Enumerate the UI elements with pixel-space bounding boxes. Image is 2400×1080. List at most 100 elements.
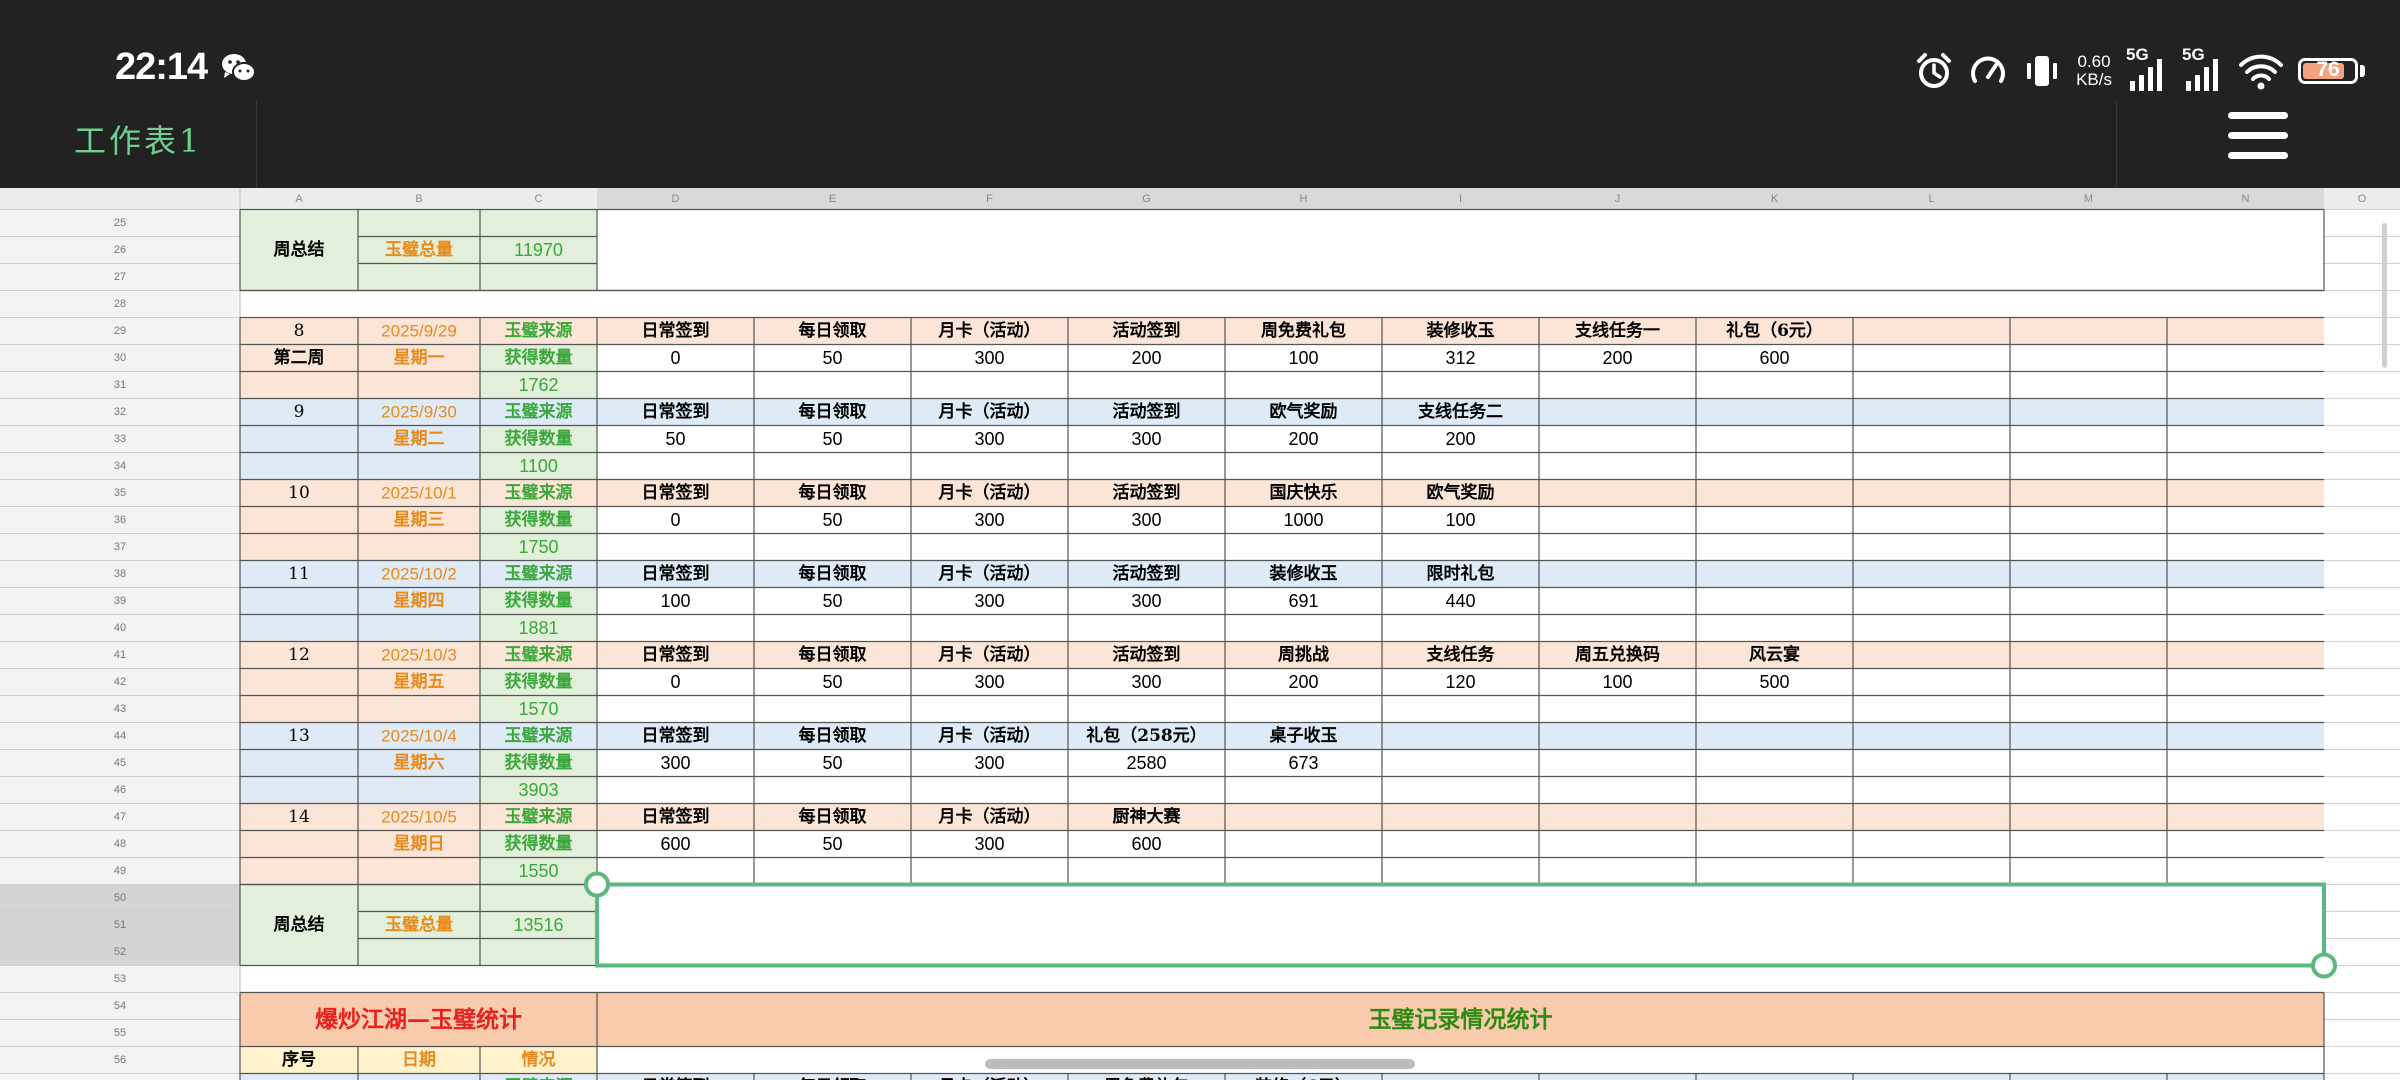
stats-header-3: 情况 <box>522 1049 556 1070</box>
column-header-G: G <box>1142 193 1151 205</box>
source-amount: 100 <box>1602 672 1632 692</box>
source-amount: 100 <box>1445 510 1475 530</box>
column-header-L: L <box>1928 193 1934 205</box>
source-amount: 100 <box>660 591 690 611</box>
source-name: 支线任务 <box>1427 644 1496 665</box>
row-number-46: 46 <box>114 784 126 796</box>
column-header-H: H <box>1300 193 1308 205</box>
source-name: 活动签到 <box>1113 644 1181 665</box>
amount-label: 获得数量 <box>505 671 573 692</box>
status-icons: 0.60 KB/s 5G 5G 76 <box>1914 45 2365 94</box>
source-amount: 50 <box>822 834 842 854</box>
source-name: 装修收玉 <box>1269 563 1338 584</box>
spreadsheet-grid[interactable]: A B C D E F G H I J K L M N O 25 26 27 28 29 30 31 32 33 34 35 36 3… <box>0 188 2400 1080</box>
source-name: 月卡（活动） <box>938 482 1041 503</box>
source-name: 日常签到 <box>642 320 710 341</box>
source-amount: 50 <box>822 429 842 449</box>
source-amount: 2580 <box>1126 753 1166 773</box>
source-name: 日常签到 <box>642 482 710 503</box>
day-total: 1881 <box>518 618 558 638</box>
column-header-M: M <box>2084 193 2093 205</box>
day-date: 2025/10/3 <box>381 646 457 665</box>
source-amount: 0 <box>670 672 680 692</box>
header-divider <box>256 100 257 188</box>
day-label-cell[interactable] <box>240 452 480 480</box>
source-name: 每日领取 <box>799 563 867 584</box>
source-amount: 300 <box>974 834 1004 854</box>
day-label-cell[interactable] <box>240 371 480 399</box>
source-name: 月卡（活动） <box>938 806 1041 827</box>
source-name: 风云宴 <box>1749 644 1800 665</box>
source-name: 每日领取 <box>799 401 867 422</box>
source-name: 每日领取 <box>799 644 867 665</box>
sheet-title[interactable]: 工作表1 <box>74 116 202 162</box>
column-header-C: C <box>535 193 543 205</box>
battery-tip <box>2360 65 2365 77</box>
column-header-B: B <box>415 193 422 205</box>
signal-1-label: 5G <box>2126 45 2149 64</box>
day-number: 14 <box>288 807 310 827</box>
day-number: 9 <box>294 402 305 422</box>
day-total: 1550 <box>518 861 558 881</box>
selection-handle-end[interactable] <box>2311 952 2337 979</box>
source-name: 月卡（活动） <box>938 563 1041 584</box>
row-number-43: 43 <box>114 703 126 715</box>
amount-label: 获得数量 <box>505 590 573 611</box>
source-name: 日常签到 <box>642 644 710 665</box>
wifi-icon <box>2239 54 2283 90</box>
source-name: 周五兑换码 <box>1575 644 1660 665</box>
source-amount: 200 <box>1288 429 1318 449</box>
column-header-E: E <box>829 193 836 205</box>
row-number-56: 56 <box>114 1054 126 1066</box>
day-date: 2025/10/1 <box>381 484 457 503</box>
horizontal-scrollbar[interactable] <box>985 1059 1415 1069</box>
source-label: 玉璧来源 <box>505 320 573 341</box>
source-label: 玉璧来源 <box>505 806 573 827</box>
source-amount: 300 <box>1131 591 1161 611</box>
source-amount: 300 <box>660 753 690 773</box>
selection-handle-start[interactable] <box>584 871 610 898</box>
source-name: 每日领取 <box>799 482 867 503</box>
day-label-cell[interactable] <box>240 695 480 723</box>
source-amount: 50 <box>822 591 842 611</box>
source-name: 日常签到 <box>642 806 710 827</box>
row-number-34: 34 <box>114 460 126 472</box>
stats-title-band[interactable] <box>240 992 2324 1047</box>
row-number-28: 28 <box>114 298 126 310</box>
stats-partial-cell: 日常签到 <box>642 1076 710 1080</box>
row-number-37: 37 <box>114 541 126 553</box>
day-label-cell[interactable] <box>240 857 480 885</box>
day-date: 2025/10/5 <box>381 808 457 827</box>
row-number-48: 48 <box>114 838 126 850</box>
row-number-31: 31 <box>114 379 126 391</box>
source-amount: 300 <box>1131 429 1161 449</box>
row-number-32: 32 <box>114 406 126 418</box>
row-number-51: 51 <box>114 919 126 931</box>
source-amount: 600 <box>660 834 690 854</box>
spreadsheet-canvas[interactable]: A B C D E F G H I J K L M N O 25 26 27 28 29 30 31 32 33 34 35 36 3… <box>0 188 2400 1080</box>
source-amount: 0 <box>670 348 680 368</box>
day-label-cell[interactable] <box>240 614 480 642</box>
stats-right-title: 玉璧记录情况统计 <box>1369 1006 1553 1033</box>
source-amount: 673 <box>1288 753 1318 773</box>
day-weekday: 星期三 <box>394 510 445 530</box>
row-number-35: 35 <box>114 487 126 499</box>
day-label-cell[interactable] <box>240 776 480 804</box>
source-label: 玉璧来源 <box>505 725 573 746</box>
column-header-O: O <box>2358 193 2367 205</box>
column-header-D: D <box>672 193 680 205</box>
net-speed-unit: KB/s <box>2076 70 2112 89</box>
stats-header-1: 序号 <box>282 1049 316 1070</box>
row-number-54: 54 <box>114 1000 126 1012</box>
source-label: 玉璧来源 <box>505 644 573 665</box>
vertical-scrollbar[interactable] <box>2382 223 2387 368</box>
hamburger-menu-icon[interactable] <box>2228 112 2288 160</box>
source-amount: 50 <box>665 429 685 449</box>
source-name: 礼包（6元） <box>1726 320 1823 341</box>
day-label-cell[interactable] <box>240 533 480 561</box>
source-name: 每日领取 <box>799 725 867 746</box>
row-number-29: 29 <box>114 325 126 337</box>
stats-header-2: 日期 <box>402 1050 436 1070</box>
source-name: 月卡（活动） <box>938 725 1041 746</box>
speedometer-icon <box>1971 56 2006 83</box>
